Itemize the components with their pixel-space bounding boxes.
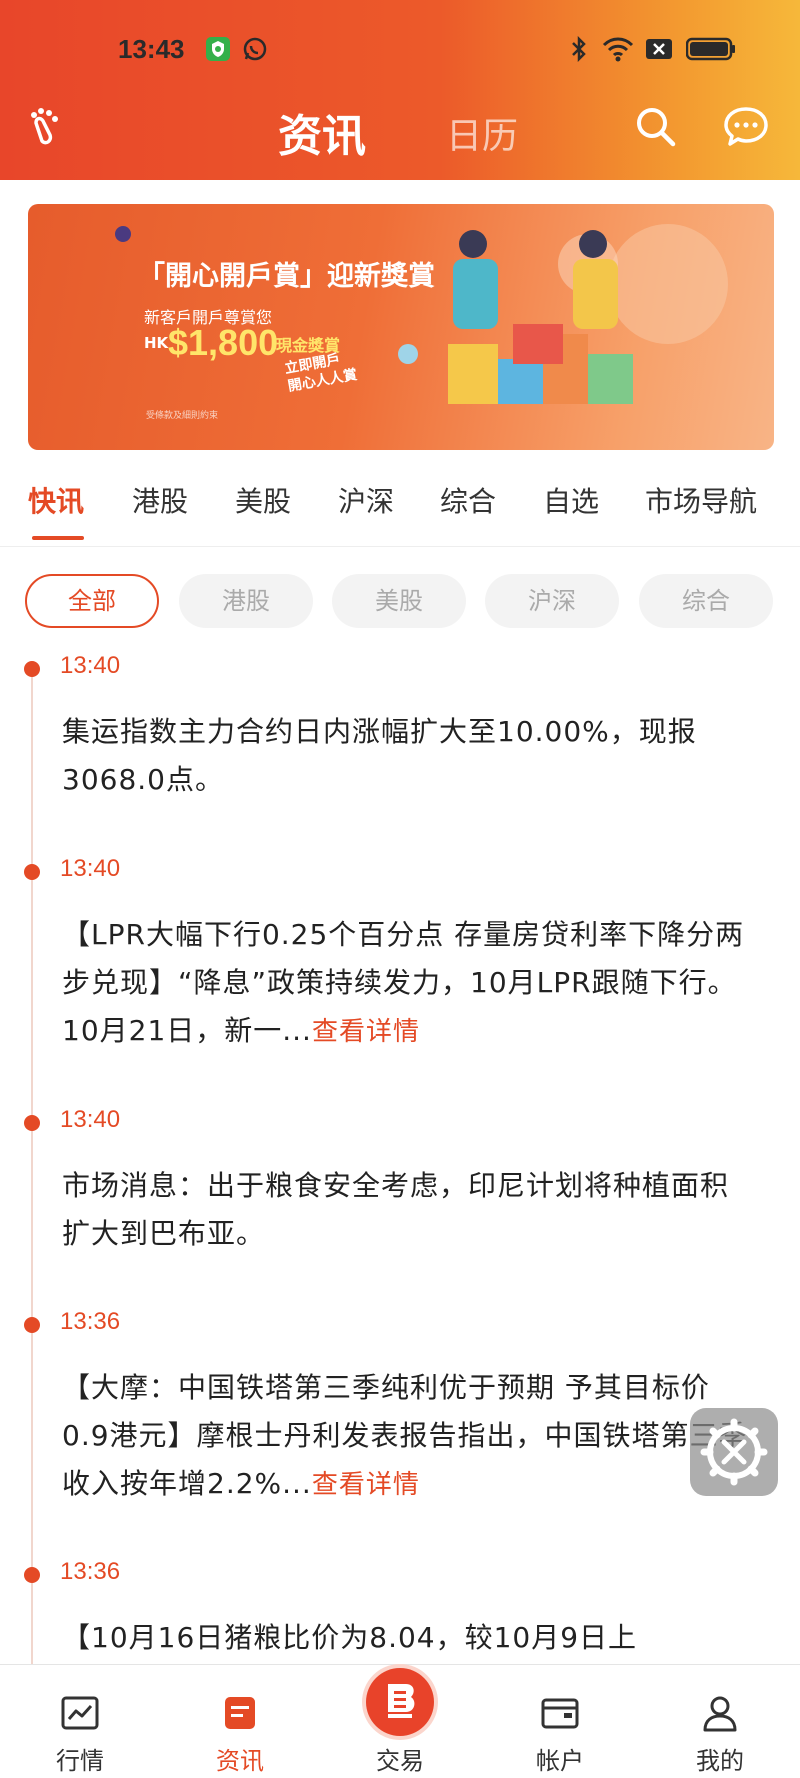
status-time: 13:43 [118,34,185,64]
tab-us-stocks[interactable]: 美股 [235,480,291,520]
timeline-dot [24,1115,40,1131]
tab-market-nav[interactable]: 市场导航 [645,480,757,520]
tab-general[interactable]: 综合 [440,480,496,520]
bottom-nav-label: 资讯 [216,1747,264,1775]
banner-fine-print: 受條款及細則約束 [146,411,219,421]
news-time: 13:40 [60,855,121,882]
news-time: 13:36 [60,1308,121,1335]
bottom-nav-label: 交易 [376,1747,424,1775]
news-content: 市场消息：出于粮食安全考虑，印尼计划将种植面积扩大到巴布亚。 [62,1162,752,1258]
news-text: 【10月16日猪粮比价为8.04，较10月9日上 [62,1621,638,1654]
news-content: 【大摩：中国铁塔第三季纯利优于预期 予其目标价0.9港元】摩根士丹利发表报告指出… [62,1364,752,1509]
bottom-nav-label: 行情 [56,1747,104,1775]
news-content: 【10月16日猪粮比价为8.04，较10月9日上 [62,1614,752,1662]
filter-general[interactable]: 综合 [639,574,773,628]
filter-a-shares[interactable]: 沪深 [485,574,619,628]
gear-tools-icon [700,1418,768,1486]
tab-flash[interactable]: 快讯 [28,480,84,520]
tab-watchlist[interactable]: 自选 [543,480,599,520]
filter-all[interactable]: 全部 [25,574,159,628]
timeline-dot [24,1317,40,1333]
shield-icon [206,37,230,61]
news-text: 市场消息：出于粮食安全考虑，印尼计划将种植面积扩大到巴布亚。 [62,1169,730,1250]
news-time: 13:40 [60,652,121,679]
view-details-link[interactable]: 查看详情 [312,1017,420,1047]
person-icon [703,1696,737,1732]
banner-currency: HK [144,334,169,352]
view-details-link[interactable]: 查看详情 [312,1470,420,1500]
news-time: 13:36 [60,1558,121,1585]
filter-hk[interactable]: 港股 [179,574,313,628]
chat-icon[interactable] [722,103,770,151]
battery-icon [686,37,735,61]
bottom-nav-label: 帐户 [536,1747,584,1775]
search-icon[interactable] [632,103,680,151]
category-tabs: 快讯 港股 美股 沪深 综合 自选 市场导航 [0,480,800,544]
bottom-nav-label: 我的 [696,1747,744,1775]
filter-us[interactable]: 美股 [332,574,466,628]
app-header: 13:43 资讯 日历 [0,0,800,180]
timeline-dot [24,864,40,880]
timeline-dot [24,661,40,677]
banner-title: 「開心開戶賞」迎新獎賞 [138,261,435,292]
divider [0,546,800,547]
news-content: 集运指数主力合约日内涨幅扩大至10.00%，现报3068.0点。 [62,708,752,804]
status-bar: 13:43 [0,30,800,70]
bottom-nav-me[interactable]: 我的 [660,1665,780,1778]
bottom-nav-market[interactable]: 行情 [20,1665,140,1778]
top-nav: 资讯 日历 [0,95,800,165]
news-icon [225,1697,255,1729]
bottom-nav-account[interactable]: 帐户 [500,1665,620,1778]
chart-icon [61,1696,99,1730]
timeline-line [31,668,33,1668]
banner-amount: $1,800 [168,322,279,363]
promo-banner[interactable]: 「開心開戶賞」迎新獎賞 新客戶開戶尊賞您 HK $1,800 現金獎賞 立即開戶… [28,204,774,450]
no-signal-icon [646,39,672,59]
tab-a-shares[interactable]: 沪深 [338,480,394,520]
bottom-nav-news[interactable]: 资讯 [180,1665,300,1778]
footprint-icon[interactable] [24,103,72,151]
trade-icon [388,1684,415,1718]
banner-illustration [115,224,728,404]
bluetooth-icon [572,36,586,62]
news-content: 【LPR大幅下行0.25个百分点 存量房贷利率下降分两步兑现】“降息”政策持续发… [62,911,752,1056]
tab-calendar[interactable]: 日历 [446,107,518,159]
news-text: 集运指数主力合约日内涨幅扩大至10.00%，现报3068.0点。 [62,715,697,796]
wifi-icon [602,37,634,62]
timeline-dot [24,1567,40,1583]
wallet-icon [541,1698,579,1729]
news-time: 13:40 [60,1106,121,1133]
trade-button[interactable] [366,1668,434,1736]
tab-news[interactable]: 资讯 [278,100,366,164]
tools-floating-button[interactable] [690,1408,778,1496]
whatsapp-icon [243,37,267,61]
active-tab-indicator [32,536,84,540]
tab-hk-stocks[interactable]: 港股 [132,480,188,520]
